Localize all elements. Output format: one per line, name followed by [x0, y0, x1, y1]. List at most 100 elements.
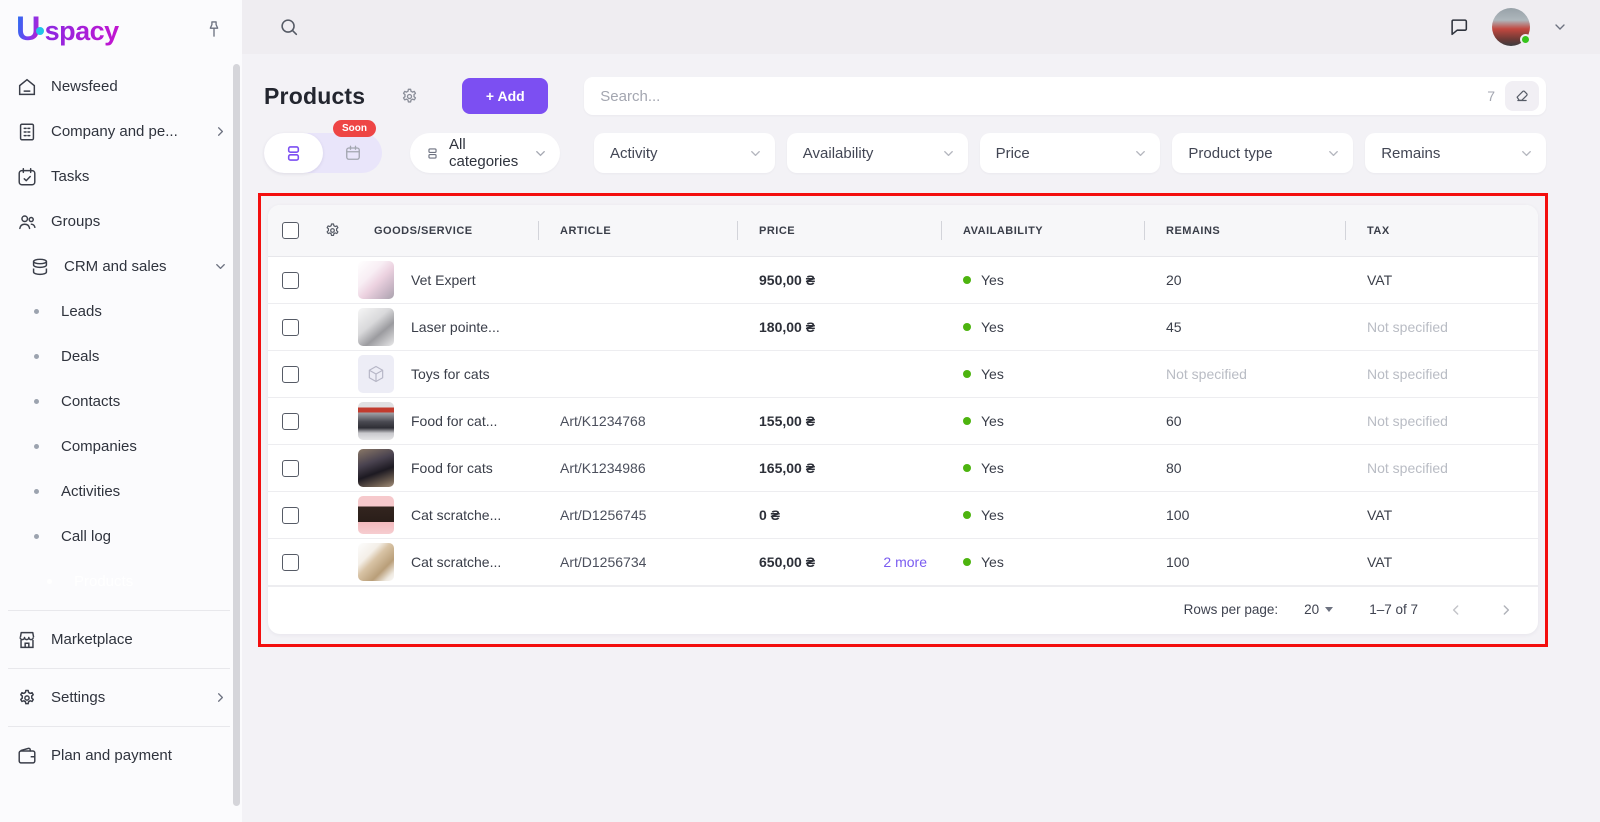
sidebar-item-label: Call log [61, 528, 228, 545]
sidebar-item-settings[interactable]: Settings [0, 675, 242, 720]
row-checkbox[interactable] [282, 554, 299, 571]
sidebar-divider [8, 668, 230, 669]
product-price: 650,00 ₴ [759, 554, 815, 570]
row-checkbox[interactable] [282, 319, 299, 336]
product-price: 165,00 ₴ [759, 460, 815, 476]
sidebar-item-plan-and-payment[interactable]: Plan and payment [0, 733, 242, 778]
chevron-right-icon [213, 124, 228, 139]
remains-value: 60 [1144, 413, 1345, 429]
product-price: 950,00 ₴ [759, 272, 815, 288]
sidebar-item-label: Leads [61, 303, 228, 320]
availability-value: Yes [981, 460, 1004, 476]
filter-label: Price [996, 145, 1134, 162]
availability-dot-icon [963, 370, 971, 378]
sidebar-scrollbar[interactable] [233, 64, 240, 806]
row-checkbox[interactable] [282, 460, 299, 477]
sidebar-item-marketplace[interactable]: Marketplace [0, 617, 242, 662]
chevron-right-icon [213, 690, 228, 705]
sidebar-item-tasks[interactable]: Tasks [0, 154, 242, 199]
row-checkbox[interactable] [282, 507, 299, 524]
sidebar-item-newsfeed[interactable]: Newsfeed [0, 64, 242, 109]
row-checkbox[interactable] [282, 366, 299, 383]
uspacy-logo[interactable]: U spacy [16, 10, 119, 49]
tax-value: VAT [1345, 272, 1538, 288]
all-categories-select[interactable]: All categories [410, 133, 560, 173]
home-icon [16, 76, 38, 98]
chat-icon[interactable] [1448, 16, 1470, 38]
sidebar-item-companies[interactable]: Companies [0, 424, 242, 469]
row-checkbox[interactable] [282, 272, 299, 289]
table-row[interactable]: Toys for catsYesNot specifiedNot specifi… [268, 351, 1538, 398]
sidebar-item-groups[interactable]: Groups [0, 199, 242, 244]
sidebar-item-label: Products [74, 573, 228, 590]
global-search-icon[interactable] [278, 16, 300, 38]
sidebar-item-activities[interactable]: Activities [0, 469, 242, 514]
calendar-view-button[interactable] [323, 133, 382, 173]
table-row[interactable]: Vet Expert950,00 ₴Yes20VAT [268, 257, 1538, 304]
account-menu-chevron-icon[interactable] [1552, 19, 1568, 35]
product-name: Toys for cats [411, 366, 490, 382]
gear-icon [16, 687, 38, 709]
topbar [242, 0, 1600, 54]
column-header-article: ARTICLE [538, 205, 737, 256]
sidebar-item-call-log[interactable]: Call log [0, 514, 242, 559]
sidebar-item-contacts[interactable]: Contacts [0, 379, 242, 424]
filter-label: Remains [1381, 145, 1519, 162]
search-result-count: 7 [1487, 88, 1495, 104]
sidebar-item-deals[interactable]: Deals [0, 334, 242, 379]
filter-product-type[interactable]: Product type [1172, 133, 1353, 173]
product-name: Cat scratche... [411, 507, 501, 523]
product-name: Food for cats [411, 460, 493, 476]
bullet-icon [34, 399, 39, 404]
main-content: Products + Add 7 Soon [242, 54, 1600, 822]
sidebar-item-leads[interactable]: Leads [0, 289, 242, 334]
next-page-button[interactable] [1494, 598, 1518, 622]
sidebar-item-label: Contacts [61, 393, 228, 410]
sidebar-item-crm-and-sales[interactable]: CRM and sales [0, 244, 242, 289]
bullet-icon [34, 489, 39, 494]
table-row[interactable]: Food for catsArt/K1234986165,00 ₴Yes80No… [268, 445, 1538, 492]
page-settings-icon[interactable] [399, 86, 420, 107]
availability-value: Yes [981, 319, 1004, 335]
sidebar-item-company-and-people[interactable]: Company and pe... [0, 109, 242, 154]
all-categories-label: All categories [449, 136, 525, 170]
sidebar-item-label: CRM and sales [64, 258, 200, 275]
availability-dot-icon [963, 558, 971, 566]
filter-activity[interactable]: Activity [594, 133, 775, 173]
user-avatar[interactable] [1492, 8, 1530, 46]
filter-price[interactable]: Price [980, 133, 1161, 173]
table-row[interactable]: Cat scratche...Art/D1256734650,00 ₴2 mor… [268, 539, 1538, 586]
sidebar-item-products[interactable]: Products [0, 559, 242, 604]
filter-label: Availability [803, 145, 941, 162]
filter-availability[interactable]: Availability [787, 133, 968, 173]
availability-dot-icon [963, 323, 971, 331]
bullet-icon [34, 444, 39, 449]
remains-value: 20 [1144, 272, 1345, 288]
filter-remains[interactable]: Remains [1365, 133, 1546, 173]
chevron-down-icon [213, 259, 228, 274]
sidebar-item-label: Tasks [51, 168, 228, 185]
more-prices-link[interactable]: 2 more [883, 554, 927, 570]
previous-page-button[interactable] [1444, 598, 1468, 622]
bullet-icon [34, 534, 39, 539]
rows-per-page-select[interactable]: 20 [1304, 602, 1333, 617]
list-view-button[interactable] [264, 133, 323, 173]
sidebar-divider [8, 610, 230, 611]
pin-sidebar-icon[interactable] [204, 19, 224, 39]
select-all-checkbox[interactable] [282, 222, 299, 239]
products-search-input[interactable] [600, 88, 1487, 105]
table-row[interactable]: Food for cat...Art/K1234768155,00 ₴Yes60… [268, 398, 1538, 445]
app-window: U spacy NewsfeedCompany and pe... Tasks Gr… [0, 0, 1600, 822]
bullet-icon [34, 309, 39, 314]
table-row[interactable]: Cat scratche...Art/D12567450 ₴Yes100VAT [268, 492, 1538, 539]
column-header-goods-service: GOODS/SERVICE [352, 205, 538, 256]
table-settings-icon[interactable] [312, 221, 352, 240]
table-row[interactable]: Laser pointe...180,00 ₴Yes45Not specifie… [268, 304, 1538, 351]
row-checkbox[interactable] [282, 413, 299, 430]
sidebar-nav: NewsfeedCompany and pe... Tasks Groups CRM … [0, 54, 242, 778]
product-article: Art/K1234768 [538, 413, 737, 429]
add-product-button[interactable]: + Add [462, 78, 548, 114]
clear-search-button[interactable] [1505, 81, 1539, 111]
chevron-down-icon [1133, 146, 1148, 161]
product-name: Food for cat... [411, 413, 497, 429]
